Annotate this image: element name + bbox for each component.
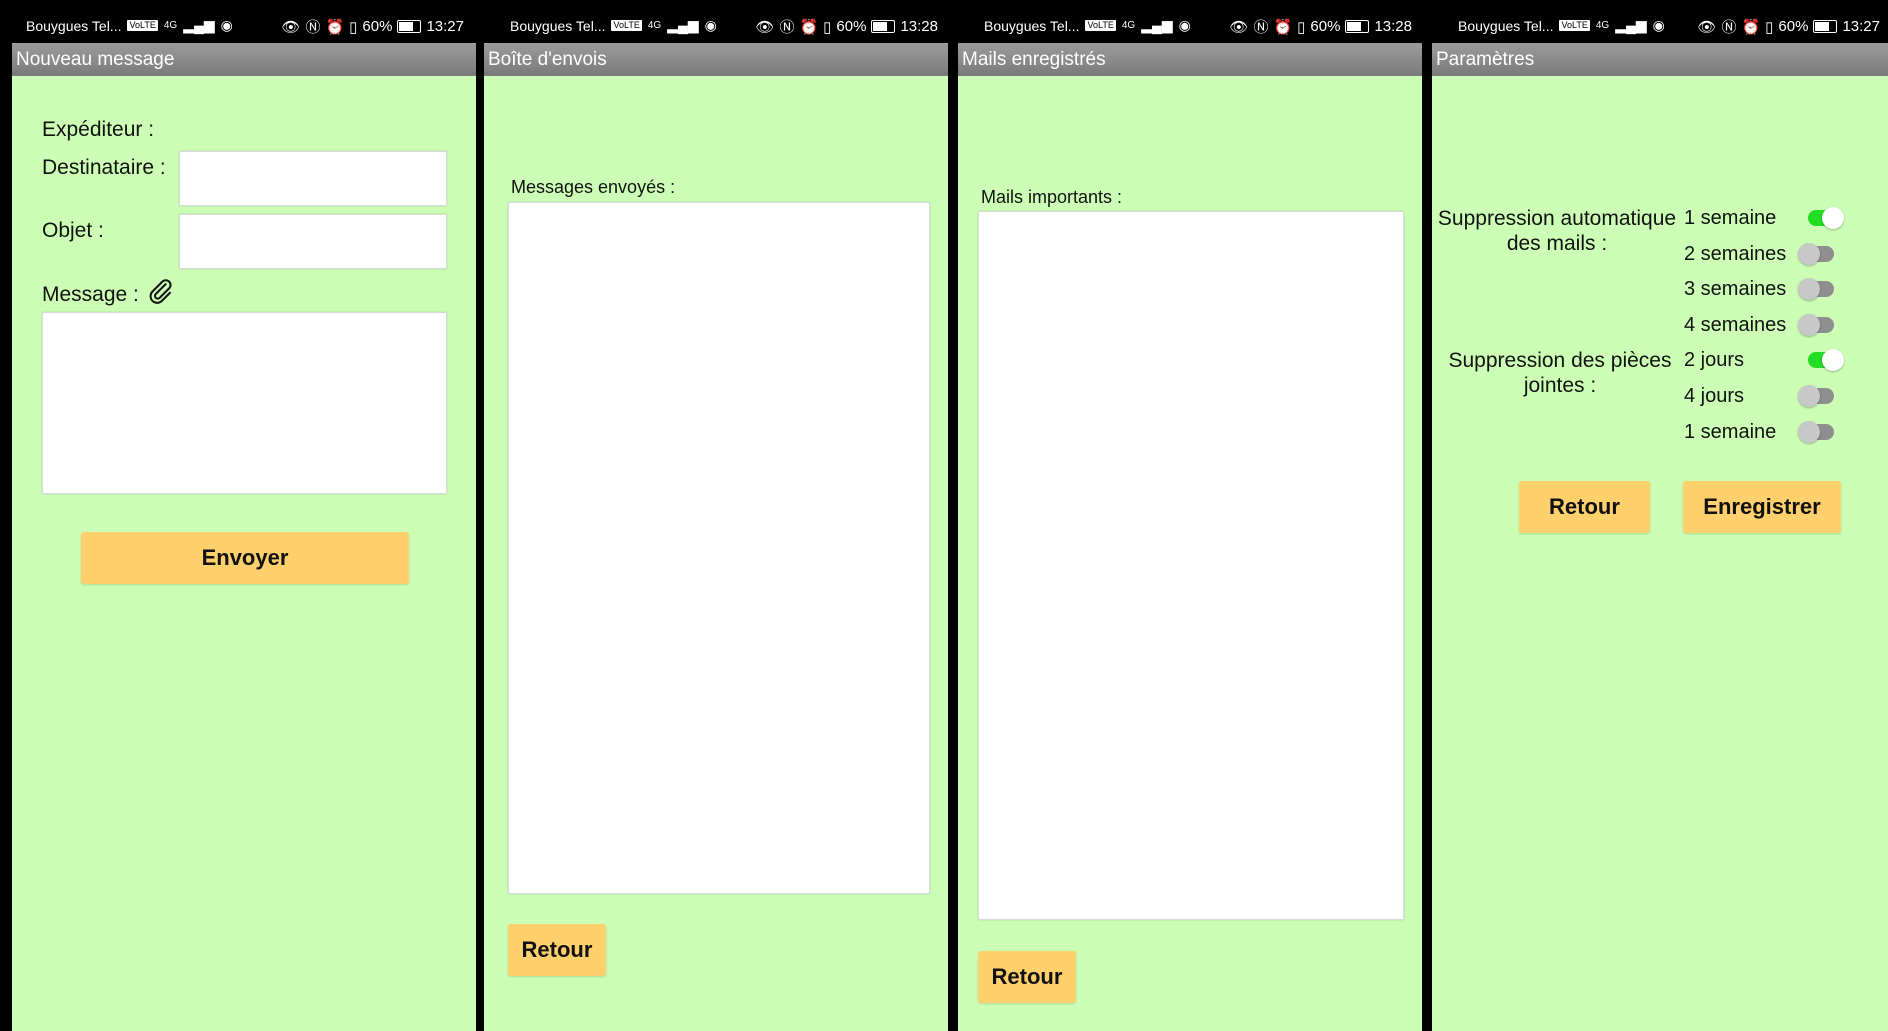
attach-delete-option-label: 1 semaine xyxy=(1684,421,1777,443)
carrier-label: Bouygues Tel... xyxy=(510,17,606,34)
messenger-icon: ◉ xyxy=(220,17,233,33)
important-mails-list[interactable] xyxy=(978,211,1404,920)
paperclip-icon[interactable] xyxy=(145,276,175,311)
page-title: Boîte d'envois xyxy=(484,43,948,76)
network-label: 4G xyxy=(1595,20,1610,31)
carrier-label: Bouygues Tel... xyxy=(26,17,122,34)
content-area: Expéditeur : Destinataire : Objet : Mess… xyxy=(12,76,476,1031)
battery-percent: 60% xyxy=(1778,18,1809,35)
back-button[interactable]: Retour xyxy=(508,924,606,976)
status-bar: Bouygues Tel... VoLTE 4G ▂▄▆ ◉ 👁 Ⓝ ⏰ ▯ 6… xyxy=(484,10,958,40)
messenger-icon: ◉ xyxy=(704,17,717,33)
page-title: Nouveau message xyxy=(12,43,476,76)
important-mails-label: Mails importants : xyxy=(981,187,1123,207)
sent-messages-label: Messages envoyés : xyxy=(511,177,676,197)
signal-icon: ▂▄▆ xyxy=(1141,17,1173,33)
vibrate-icon: ▯ xyxy=(349,18,358,36)
network-label: 4G xyxy=(647,20,662,31)
battery-percent: 60% xyxy=(362,18,393,35)
messenger-icon: ◉ xyxy=(1178,17,1191,33)
auto-delete-toggle-3-weeks[interactable] xyxy=(1798,278,1836,300)
battery-icon xyxy=(397,20,422,33)
screen-new-message: Bouygues Tel... VoLTE 4G ▂▄▆ ◉ 👁 Ⓝ ⏰ ▯ 6… xyxy=(0,0,484,1031)
save-button[interactable]: Enregistrer xyxy=(1683,481,1841,533)
carrier-label: Bouygues Tel... xyxy=(984,17,1080,34)
status-bar: Bouygues Tel... VoLTE 4G ▂▄▆ ◉ 👁 Ⓝ ⏰ ▯ 6… xyxy=(0,10,484,40)
network-label: 4G xyxy=(163,20,178,31)
auto-delete-option-label: 3 semaines xyxy=(1684,278,1787,300)
message-textarea[interactable] xyxy=(42,312,447,494)
sent-messages-list[interactable] xyxy=(508,202,930,894)
volte-icon: VoLTE xyxy=(1559,20,1590,31)
auto-delete-option-label: 4 semaines xyxy=(1684,314,1787,336)
nfc-icon: Ⓝ xyxy=(1253,19,1269,36)
eye-icon: 👁 xyxy=(1229,18,1249,36)
battery-percent: 60% xyxy=(1310,18,1341,35)
eye-icon: 👁 xyxy=(281,18,301,36)
recipient-label: Destinataire : xyxy=(42,156,166,179)
auto-delete-label: Suppression automatique des mails : xyxy=(1437,207,1677,255)
carrier-label: Bouygues Tel... xyxy=(1458,17,1554,34)
auto-delete-option-label: 1 semaine xyxy=(1684,207,1777,229)
vibrate-icon: ▯ xyxy=(1765,18,1774,36)
messenger-icon: ◉ xyxy=(1652,17,1665,33)
back-button[interactable]: Retour xyxy=(1519,481,1650,533)
send-button[interactable]: Envoyer xyxy=(81,532,409,584)
screen-settings: Bouygues Tel... VoLTE 4G ▂▄▆ ◉ 👁 Ⓝ ⏰ ▯ 6… xyxy=(1432,0,1888,1031)
sender-label: Expéditeur : xyxy=(42,118,155,141)
screen-saved-mails: Bouygues Tel... VoLTE 4G ▂▄▆ ◉ 👁 Ⓝ ⏰ ▯ 6… xyxy=(958,0,1432,1031)
screen-outbox: Bouygues Tel... VoLTE 4G ▂▄▆ ◉ 👁 Ⓝ ⏰ ▯ 6… xyxy=(484,0,958,1031)
auto-delete-toggle-2-weeks[interactable] xyxy=(1798,243,1836,265)
clock: 13:27 xyxy=(426,18,464,35)
alarm-icon: ⏰ xyxy=(799,18,819,36)
content-area: Messages envoyés : Retour xyxy=(484,76,948,1031)
content-area: Suppression automatique des mails : 1 se… xyxy=(1432,76,1888,1031)
message-label: Message : xyxy=(42,283,139,306)
volte-icon: VoLTE xyxy=(611,20,642,31)
status-bar: Bouygues Tel... VoLTE 4G ▂▄▆ ◉ 👁 Ⓝ ⏰ ▯ 6… xyxy=(1432,10,1888,40)
signal-icon: ▂▄▆ xyxy=(183,17,215,33)
battery-icon xyxy=(1345,20,1370,33)
nfc-icon: Ⓝ xyxy=(779,19,795,36)
network-label: 4G xyxy=(1121,20,1136,31)
volte-icon: VoLTE xyxy=(1085,20,1116,31)
battery-icon xyxy=(1813,20,1838,33)
eye-icon: 👁 xyxy=(755,18,775,36)
clock: 13:28 xyxy=(900,18,938,35)
content-area: Mails importants : Retour xyxy=(958,76,1422,1031)
volte-icon: VoLTE xyxy=(127,20,158,31)
subject-label: Objet : xyxy=(42,219,104,242)
signal-icon: ▂▄▆ xyxy=(667,17,699,33)
auto-delete-toggle-4-weeks[interactable] xyxy=(1798,314,1836,336)
attach-delete-toggle-1-week[interactable] xyxy=(1798,421,1836,443)
attach-delete-toggle-2-days[interactable] xyxy=(1806,349,1844,371)
attach-delete-label: Suppression des pièces jointes : xyxy=(1448,349,1672,397)
recipient-input[interactable] xyxy=(179,151,447,206)
attach-delete-toggle-4-days[interactable] xyxy=(1798,385,1836,407)
eye-icon: 👁 xyxy=(1697,18,1717,36)
alarm-icon: ⏰ xyxy=(1741,18,1761,36)
vibrate-icon: ▯ xyxy=(823,18,832,36)
battery-icon xyxy=(871,20,896,33)
clock: 13:28 xyxy=(1374,18,1412,35)
back-button[interactable]: Retour xyxy=(978,951,1076,1003)
subject-input[interactable] xyxy=(179,214,447,269)
alarm-icon: ⏰ xyxy=(1273,18,1293,36)
alarm-icon: ⏰ xyxy=(325,18,345,36)
nfc-icon: Ⓝ xyxy=(305,19,321,36)
nfc-icon: Ⓝ xyxy=(1721,19,1737,36)
vibrate-icon: ▯ xyxy=(1297,18,1306,36)
status-bar: Bouygues Tel... VoLTE 4G ▂▄▆ ◉ 👁 Ⓝ ⏰ ▯ 6… xyxy=(958,10,1432,40)
clock: 13:27 xyxy=(1842,18,1880,35)
auto-delete-option-label: 2 semaines xyxy=(1684,243,1787,265)
auto-delete-toggle-1-week[interactable] xyxy=(1806,207,1844,229)
page-title: Mails enregistrés xyxy=(958,43,1422,76)
page-title: Paramètres xyxy=(1432,43,1888,76)
signal-icon: ▂▄▆ xyxy=(1615,17,1647,33)
attach-delete-option-label: 4 jours xyxy=(1684,385,1745,407)
attach-delete-option-label: 2 jours xyxy=(1684,349,1745,371)
battery-percent: 60% xyxy=(836,18,867,35)
